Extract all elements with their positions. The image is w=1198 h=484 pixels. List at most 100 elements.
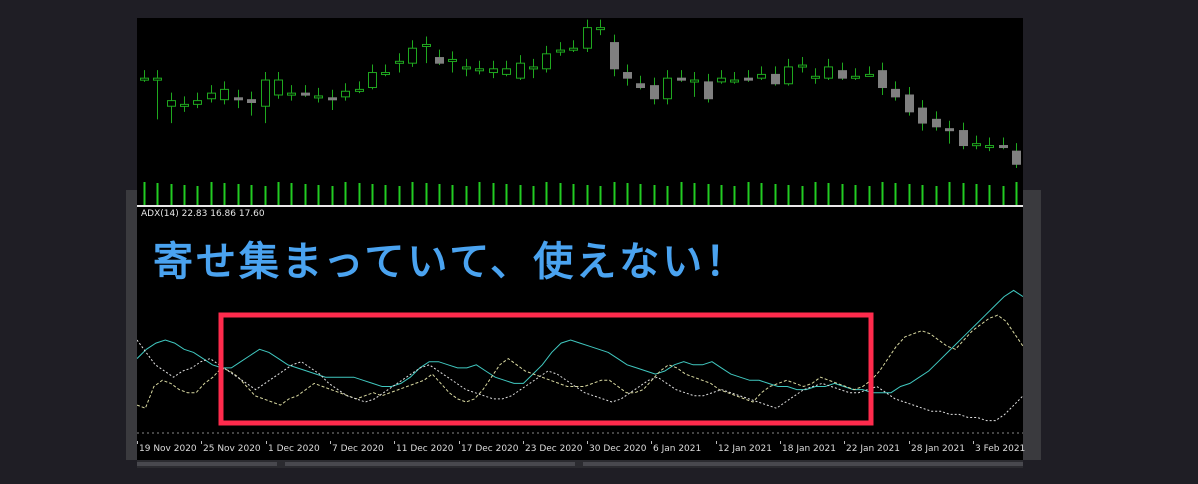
candle-body	[985, 145, 994, 149]
time-tick-label: 28 Jan 2021	[911, 444, 965, 454]
adx-indicator-panel[interactable]: ADX(14) 22.83 16.86 17.60 寄せ集まっていて、使えない！	[137, 207, 1023, 441]
time-tick-label: 12 Jan 2021	[718, 444, 772, 454]
candle-body	[610, 42, 619, 70]
candle-body	[717, 77, 726, 83]
candle-body	[408, 47, 417, 64]
chart-scroll-strip[interactable]	[137, 460, 1023, 468]
candle-body	[811, 75, 820, 79]
candle-body	[247, 99, 256, 103]
candle-body	[905, 94, 914, 113]
time-tick-mark	[523, 441, 524, 444]
candle-body	[556, 49, 565, 53]
candle-body	[287, 92, 296, 96]
candle-body	[865, 73, 874, 77]
candle-body	[489, 68, 498, 74]
candle-body	[583, 27, 592, 49]
candle-body	[677, 77, 686, 81]
adx-indicator-label: ADX(14) 22.83 16.86 17.60	[141, 209, 265, 219]
time-tick-label: 6 Jan 2021	[653, 444, 702, 454]
candle-body	[596, 27, 605, 31]
scroll-segment	[137, 462, 277, 466]
candle-body	[636, 83, 645, 89]
candle-body	[341, 90, 350, 98]
time-tick-label: 7 Dec 2020	[332, 444, 384, 454]
time-tick-label: 17 Dec 2020	[461, 444, 519, 454]
annotation-overlay-text: 寄せ集まっていて、使えない！	[153, 239, 749, 285]
candle-body	[381, 72, 390, 76]
candle-body	[180, 103, 189, 107]
candle-body	[542, 53, 551, 70]
candle-body	[851, 75, 860, 79]
time-tick-mark	[330, 441, 331, 444]
candle-body	[301, 92, 310, 96]
time-tick-label: 19 Nov 2020	[139, 444, 197, 454]
price-chart-panel[interactable]	[137, 18, 1023, 205]
candle-body	[1012, 150, 1021, 165]
candle-body	[972, 143, 981, 147]
candle-body	[274, 79, 283, 96]
series-line-minusdi	[137, 339, 1023, 422]
candle-body	[569, 47, 578, 51]
time-tick-label: 30 Dec 2020	[589, 444, 647, 454]
candle-body	[153, 77, 162, 81]
window-frame-right	[1023, 190, 1041, 460]
time-tick-label: 18 Jan 2021	[782, 444, 836, 454]
time-tick-mark	[201, 441, 202, 444]
candle-body	[448, 58, 457, 62]
candle-body	[502, 68, 511, 75]
candle-body	[730, 79, 739, 83]
candle-body	[945, 128, 954, 132]
scroll-segment	[285, 462, 575, 466]
time-tick-mark	[459, 441, 460, 444]
candle-body	[368, 72, 377, 89]
candle-body	[784, 66, 793, 85]
candle-body	[395, 60, 404, 64]
candle-body	[234, 97, 243, 101]
candle-body	[663, 77, 672, 100]
time-tick-label: 22 Jan 2021	[846, 444, 900, 454]
time-axis: 19 Nov 2020 25 Nov 2020 1 Dec 2020 7 Dec 20…	[137, 441, 1026, 460]
time-tick-mark	[587, 441, 588, 444]
highlight-box	[218, 312, 874, 426]
candle-body	[623, 72, 632, 79]
time-tick-label: 23 Dec 2020	[525, 444, 583, 454]
time-tick-mark	[844, 441, 845, 444]
candle-body	[824, 66, 833, 79]
candle-body	[932, 118, 941, 128]
candle-body	[355, 88, 364, 92]
time-tick-label: 11 Dec 2020	[396, 444, 454, 454]
candle-body	[757, 73, 766, 79]
candle-body	[798, 64, 807, 68]
time-tick-mark	[394, 441, 395, 444]
time-tick-mark	[909, 441, 910, 444]
candle-body	[435, 57, 444, 64]
candlestick-chart	[140, 19, 1021, 205]
candle-body	[999, 145, 1008, 149]
candle-body	[422, 43, 431, 47]
candle-body	[918, 107, 927, 124]
scroll-segment	[583, 462, 1023, 466]
time-tick-mark	[716, 441, 717, 444]
candle-body	[314, 95, 323, 99]
time-tick-mark	[780, 441, 781, 444]
candle-body	[261, 79, 270, 107]
candle-body	[167, 100, 176, 107]
candle-body	[771, 73, 780, 85]
time-tick-label: 1 Dec 2020	[268, 444, 320, 454]
candle-body	[462, 66, 471, 70]
time-tick-label: 25 Nov 2020	[203, 444, 261, 454]
candle-body	[193, 100, 202, 105]
time-tick-mark	[651, 441, 652, 444]
candle-body	[328, 97, 337, 101]
candle-body	[690, 79, 699, 83]
time-tick-label: 3 Feb 2021	[975, 444, 1026, 454]
candle-body	[207, 92, 216, 100]
candle-body	[650, 85, 659, 100]
window-frame-left	[126, 190, 137, 460]
candle-body	[529, 66, 538, 70]
candle-body	[959, 130, 968, 147]
candle-body	[744, 77, 753, 81]
candle-body	[140, 77, 149, 81]
candle-body	[704, 81, 713, 100]
candle-body	[878, 70, 887, 89]
